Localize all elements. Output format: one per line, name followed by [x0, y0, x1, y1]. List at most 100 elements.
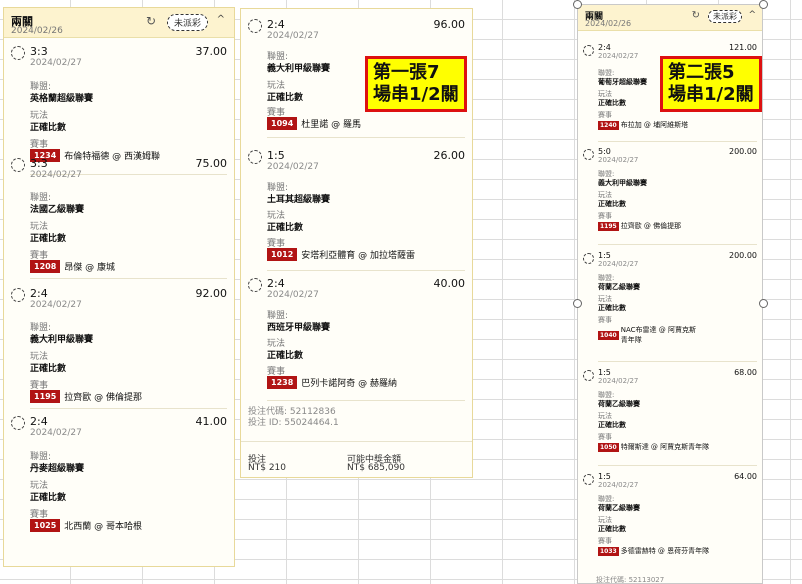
radio-circle-icon[interactable] — [583, 370, 594, 381]
odds: 121.00 — [729, 43, 757, 52]
event-row: 1040 NAC布雷達 @ 阿賈克斯青年隊 — [598, 325, 718, 345]
radio-circle-icon[interactable] — [583, 253, 594, 264]
score: 3:3 — [30, 157, 48, 170]
play-type: 正確比數 — [30, 123, 67, 133]
list-item[interactable]: 2:4 92.00 2024/02/27 聯盟: 義大利甲級聯賽 玩法 正確比數… — [4, 280, 234, 410]
league: 荷蘭乙級聯賽 — [598, 283, 640, 291]
match-date: 2024/02/27 — [267, 31, 319, 41]
league: 義大利甲級聯賽 — [267, 64, 331, 74]
play-type: 正確比數 — [598, 200, 626, 208]
score: 1:5 — [598, 251, 611, 260]
league: 丹麥超級聯賽 — [30, 464, 85, 474]
list-item[interactable]: 3:3 75.00 2024/02/27 聯盟: 法國乙級聯賽 玩法 正確比數 … — [4, 150, 234, 280]
match-date: 2024/02/27 — [30, 428, 82, 438]
chevron-up-icon[interactable]: ^ — [217, 14, 225, 25]
event-name: 拉齊歐 @ 佛倫提那 — [64, 393, 142, 403]
divider — [30, 278, 227, 279]
event-name: 杜里諾 @ 羅馬 — [301, 120, 361, 130]
resize-handle[interactable] — [573, 0, 582, 9]
event-label: 賽事 — [598, 537, 612, 545]
list-item[interactable]: 3:3 37.00 2024/02/27 聯盟: 英格蘭超級聯賽 玩法 正確比數… — [4, 38, 234, 175]
league: 法國乙級聯賽 — [30, 205, 85, 215]
radio-circle-icon[interactable] — [583, 474, 594, 485]
panel-date: 2024/02/26 — [585, 19, 632, 28]
radio-circle-icon[interactable] — [248, 150, 262, 164]
list-item[interactable]: 1:5 26.00 2024/02/27 聯盟: 土耳其超級聯賽 玩法 正確比數… — [241, 142, 472, 272]
league: 葡萄牙超級聯賽 — [598, 78, 647, 86]
odds: 40.00 — [433, 277, 466, 290]
match-date: 2024/02/27 — [30, 300, 82, 310]
event-id-tag: 1012 — [267, 248, 298, 261]
event-id-tag: 1050 — [598, 442, 619, 452]
odds: 26.00 — [433, 149, 466, 162]
event-id-tag: 1094 — [267, 117, 298, 130]
list-item[interactable]: 1:5 200.00 2024/02/27 聯盟: 荷蘭乙級聯賽 玩法 正確比數… — [578, 249, 762, 362]
status-badge: 未派彩 — [708, 10, 742, 23]
status-badge: 未派彩 — [166, 14, 208, 31]
bet-code: 投注代碼: 52112836 — [248, 407, 336, 417]
resize-handle[interactable] — [759, 299, 768, 308]
chevron-up-icon[interactable]: ^ — [748, 10, 756, 20]
callout-line-1: 第二張5 — [668, 62, 735, 83]
resize-handle[interactable] — [573, 299, 582, 308]
event-row: 1025 北西蘭 @ 哥本哈根 — [30, 519, 142, 532]
score: 1:5 — [598, 472, 611, 481]
radio-circle-icon[interactable] — [11, 288, 25, 302]
match-date: 2024/02/27 — [30, 58, 82, 68]
divider — [598, 244, 757, 245]
radio-circle-icon[interactable] — [248, 19, 262, 33]
list-item[interactable]: 2:4 41.00 2024/02/27 聯盟: 丹麥超級聯賽 玩法 正確比數 … — [4, 408, 234, 538]
bet-slip-panel-1: 兩關 2024/02/26 ↻ 未派彩 ^ 3:3 37.00 2024/02/… — [3, 7, 235, 567]
radio-circle-icon[interactable] — [11, 46, 25, 60]
bet-id: 投注 ID: 55024464.1 — [248, 418, 339, 428]
bet-code: 投注代碼: 52113027 — [596, 576, 665, 584]
list-item[interactable]: 2:4 40.00 2024/02/27 聯盟: 西班牙甲級聯賽 玩法 正確比數… — [241, 270, 472, 401]
radio-circle-icon[interactable] — [583, 45, 594, 56]
radio-circle-icon[interactable] — [248, 278, 262, 292]
score: 1:5 — [598, 368, 611, 377]
event-id-tag: 1195 — [30, 390, 61, 403]
league: 義大利甲級聯賽 — [598, 179, 647, 187]
refresh-icon[interactable]: ↻ — [146, 14, 156, 28]
play-type: 正確比數 — [598, 99, 626, 107]
radio-circle-icon[interactable] — [11, 416, 25, 430]
divider — [598, 465, 757, 466]
match-date: 2024/02/27 — [598, 377, 639, 385]
divider — [598, 361, 757, 362]
event-row: 1012 安塔利亞體育 @ 加拉塔薩雷 — [267, 248, 415, 261]
odds: 68.00 — [734, 368, 757, 377]
odds: 92.00 — [195, 287, 228, 300]
panel-header: 兩關 2024/02/26 ↻ 未派彩 ^ — [578, 5, 762, 31]
callout-line-2: 場串1/2關 — [668, 84, 754, 105]
radio-circle-icon[interactable] — [583, 149, 594, 160]
event-id-tag: 1238 — [267, 376, 298, 389]
list-item[interactable]: 1:5 68.00 2024/02/27 聯盟: 荷蘭乙級聯賽 玩法 正確比數 … — [578, 366, 762, 466]
event-name: 北西蘭 @ 哥本哈根 — [64, 522, 142, 532]
stake-amount: NT$ 210 — [248, 463, 286, 473]
callout-line-1: 第一張7 — [373, 62, 440, 83]
event-name: 拉齊歐 @ 佛倫提那 — [620, 222, 682, 230]
list-item[interactable]: 5:0 200.00 2024/02/27 聯盟: 義大利甲級聯賽 玩法 正確比… — [578, 145, 762, 245]
event-id-tag: 1040 — [598, 330, 619, 340]
refresh-icon[interactable]: ↻ — [692, 10, 700, 21]
play-type: 正確比數 — [30, 493, 67, 503]
odds: 64.00 — [734, 472, 757, 481]
score: 2:4 — [30, 415, 48, 428]
annotation-callout-1: 第一張7 場串1/2關 — [365, 56, 467, 112]
league: 西班牙甲級聯賽 — [267, 323, 331, 333]
match-date: 2024/02/27 — [598, 260, 639, 268]
play-type: 正確比數 — [598, 525, 626, 533]
event-row: 1240 布拉加 @ 埔阿維斯塔 — [598, 120, 688, 130]
odds: 96.00 — [433, 18, 466, 31]
score: 2:4 — [267, 18, 285, 31]
score: 1:5 — [267, 149, 285, 162]
play-type: 正確比數 — [30, 364, 67, 374]
payout-amount: NT$ 685,090 — [347, 463, 406, 473]
list-item[interactable]: 1:5 64.00 2024/02/27 聯盟: 荷蘭乙級聯賽 玩法 正確比數 … — [578, 470, 762, 570]
event-name: NAC布雷達 @ 阿賈克斯青年隊 — [620, 326, 696, 344]
odds: 41.00 — [195, 415, 228, 428]
event-label: 賽事 — [598, 433, 612, 441]
resize-handle[interactable] — [759, 0, 768, 9]
radio-circle-icon[interactable] — [11, 158, 25, 172]
event-label: 賽事 — [598, 316, 612, 324]
